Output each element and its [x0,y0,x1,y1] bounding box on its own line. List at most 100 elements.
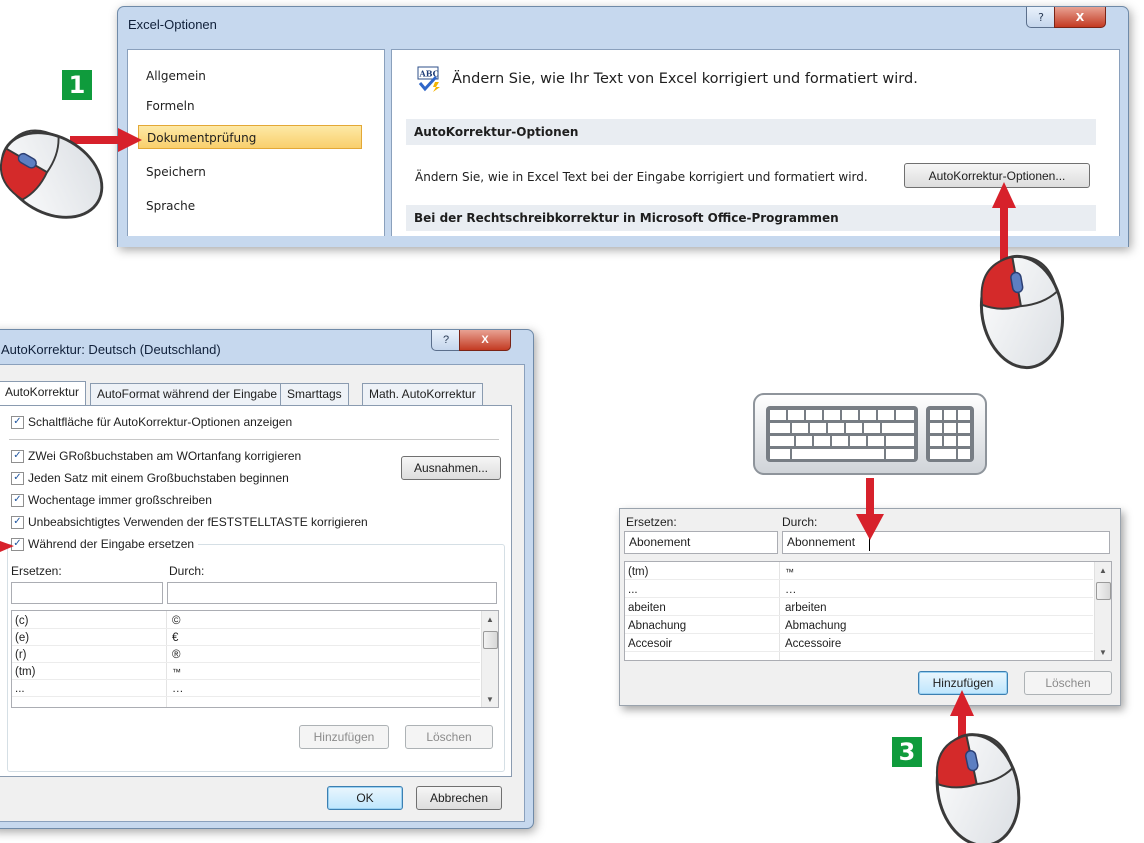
nav-item-sprache[interactable]: Sprache [138,194,362,218]
section-spelling-heading: Bei der Rechtschreibkorrektur in Microso… [406,205,1096,231]
row-from: Abnachung [628,620,687,632]
table-row[interactable]: (e) € [12,630,480,646]
scroll-down-icon[interactable]: ▼ [482,691,498,707]
row-from: (c) [15,615,29,627]
tab-strip: AutoKorrektur AutoFormat während der Ein… [0,381,508,407]
with-input[interactable] [167,582,497,604]
table-row[interactable]: Accesoir Accessoire [625,636,1093,652]
row-to: Accessoire [785,638,842,650]
nav-item-dokumentpruefung[interactable]: Dokumentprüfung [138,125,362,149]
dialog-title: AutoKorrektur: Deutsch (Deutschland) [1,342,221,357]
add-button[interactable]: Hinzufügen [918,671,1008,695]
scroll-up-icon[interactable]: ▲ [482,611,498,627]
row-to: arbeiten [785,602,827,614]
nav-item-speichern[interactable]: Speichern [138,160,362,184]
autocorrect-list[interactable]: (c) © (e) € (r) ® (tm) ™ ... … ▲ ▼ [11,610,499,708]
excel-options-window: Excel-Optionen ? X Allgemein Formeln Dok… [117,6,1129,247]
keyboard-icon [752,392,988,476]
row-to: ® [172,649,181,661]
mouse-icon-2 [971,248,1073,376]
check-weekdays[interactable]: ✓ Wochentage immer großschreiben [11,493,212,507]
row-from: abeiten [628,602,666,614]
table-row[interactable]: ...… [625,582,1093,598]
with-label: Durch: [169,564,205,578]
row-to: … [172,683,184,695]
replace-input[interactable]: Abonement [624,531,778,554]
check-label: ZWei GRoßbuchstaben am WOrtanfang korrig… [28,449,302,463]
check-label: Schaltfläche für AutoKorrektur-Optionen … [28,415,293,429]
replace-panel: Ersetzen: Durch: Abonement Abonnement (t… [619,508,1121,706]
check-two-initial-caps[interactable]: ✓ ZWei GRoßbuchstaben am WOrtanfang korr… [11,449,301,463]
dialog-close-button[interactable]: X [459,330,511,351]
tab-page: ✓ Schaltfläche für AutoKorrektur-Optione… [0,405,512,777]
delete-button[interactable]: Löschen [405,725,493,749]
list-scrollbar[interactable]: ▲ ▼ [1094,562,1111,660]
tab-smarttags[interactable]: Smarttags [280,383,349,405]
check-show-options-button[interactable]: ✓ Schaltfläche für AutoKorrektur-Optione… [11,415,292,429]
with-input[interactable]: Abonnement [782,531,1110,554]
row-to: ™ [785,567,794,577]
add-button[interactable]: Hinzufügen [299,725,389,749]
scroll-thumb[interactable] [483,631,498,649]
tab-autokorrektur[interactable]: AutoKorrektur [0,381,87,405]
row-from: (tm) [15,666,36,678]
row-to: € [172,632,179,644]
checkbox-checked-icon: ✓ [11,415,24,429]
options-content-panel: ABC Ändern Sie, wie Ihr Text von Excel k… [391,49,1120,236]
check-label: Wochentage immer großschreiben [28,493,212,507]
close-button[interactable]: X [1054,7,1106,28]
list-scrollbar[interactable]: ▲ ▼ [481,611,498,707]
nav-item-formeln[interactable]: Formeln [138,94,362,118]
window-title: Excel-Optionen [128,17,217,32]
tab-autoformat[interactable]: AutoFormat während der Eingabe [90,383,285,405]
ok-button[interactable]: OK [327,786,403,810]
table-row[interactable]: (tm) ™ [12,664,480,680]
row-from: (tm) [628,566,649,578]
row-to: © [172,615,181,627]
scroll-down-icon[interactable]: ▼ [1095,644,1111,660]
checkbox-checked-icon: ✓ [11,493,24,507]
divider [9,439,499,440]
row-to: ™ [172,667,181,677]
mouse-icon-3 [925,725,1031,843]
section-autocorrect-heading: AutoKorrektur-Optionen [406,119,1096,145]
checkbox-checked-icon: ✓ [11,515,24,529]
table-row[interactable]: (tm) ™ [625,564,1093,580]
check-caps-lock[interactable]: ✓ Unbeabsichtigtes Verwenden der fESTSTE… [11,515,368,529]
check-replace-while-typing[interactable]: ✓ Während der Eingabe ersetzen [11,537,199,551]
check-sentence-capital[interactable]: ✓ Jeden Satz mit einem Großbuchstaben be… [11,471,289,485]
row-to: Abmachung [785,620,847,632]
scroll-thumb[interactable] [1096,582,1111,600]
autocorrect-options-button[interactable]: AutoKorrektur-Optionen... [904,163,1090,188]
scroll-up-icon[interactable]: ▲ [1095,562,1111,578]
replace-list[interactable]: (tm) ™ ... … abeiten arbeiten Abnachung Abma… [624,561,1112,661]
table-row[interactable]: ...… [12,681,480,697]
close-icon: X [1075,10,1085,24]
table-row[interactable]: abeiten arbeiten [625,600,1093,616]
table-row[interactable]: (c) © [12,613,480,629]
step-badge-3: 3 [892,737,922,767]
delete-button[interactable]: Löschen [1024,671,1112,695]
dialog-help-button[interactable]: ? [431,330,461,351]
replace-input[interactable] [11,582,163,604]
checkbox-checked-icon: ✓ [11,471,24,485]
row-to: … [785,584,797,596]
nav-item-allgemein[interactable]: Allgemein [138,64,362,88]
step-badge-1: 1 [62,70,92,100]
exceptions-button[interactable]: Ausnahmen... [401,456,501,480]
replace-label: Ersetzen: [626,515,677,529]
table-row[interactable]: Abnachung Abmachung [625,618,1093,634]
spelling-abc-icon: ABC [417,66,443,92]
table-row[interactable]: (r) ® [12,647,480,663]
with-label: Durch: [782,515,818,529]
text-cursor [869,534,870,551]
close-icon: X [481,334,489,346]
mouse-icon-1 [0,114,119,236]
cancel-button[interactable]: Abbrechen [416,786,502,810]
tab-math-autokorrektur[interactable]: Math. AutoKorrektur [362,383,483,405]
checkbox-checked-icon: ✓ [11,537,24,551]
help-button[interactable]: ? [1026,7,1056,28]
check-label: Unbeabsichtigtes Verwenden der fESTSTELL… [28,515,368,529]
row-from: (r) [15,649,27,661]
help-icon: ? [442,334,450,346]
